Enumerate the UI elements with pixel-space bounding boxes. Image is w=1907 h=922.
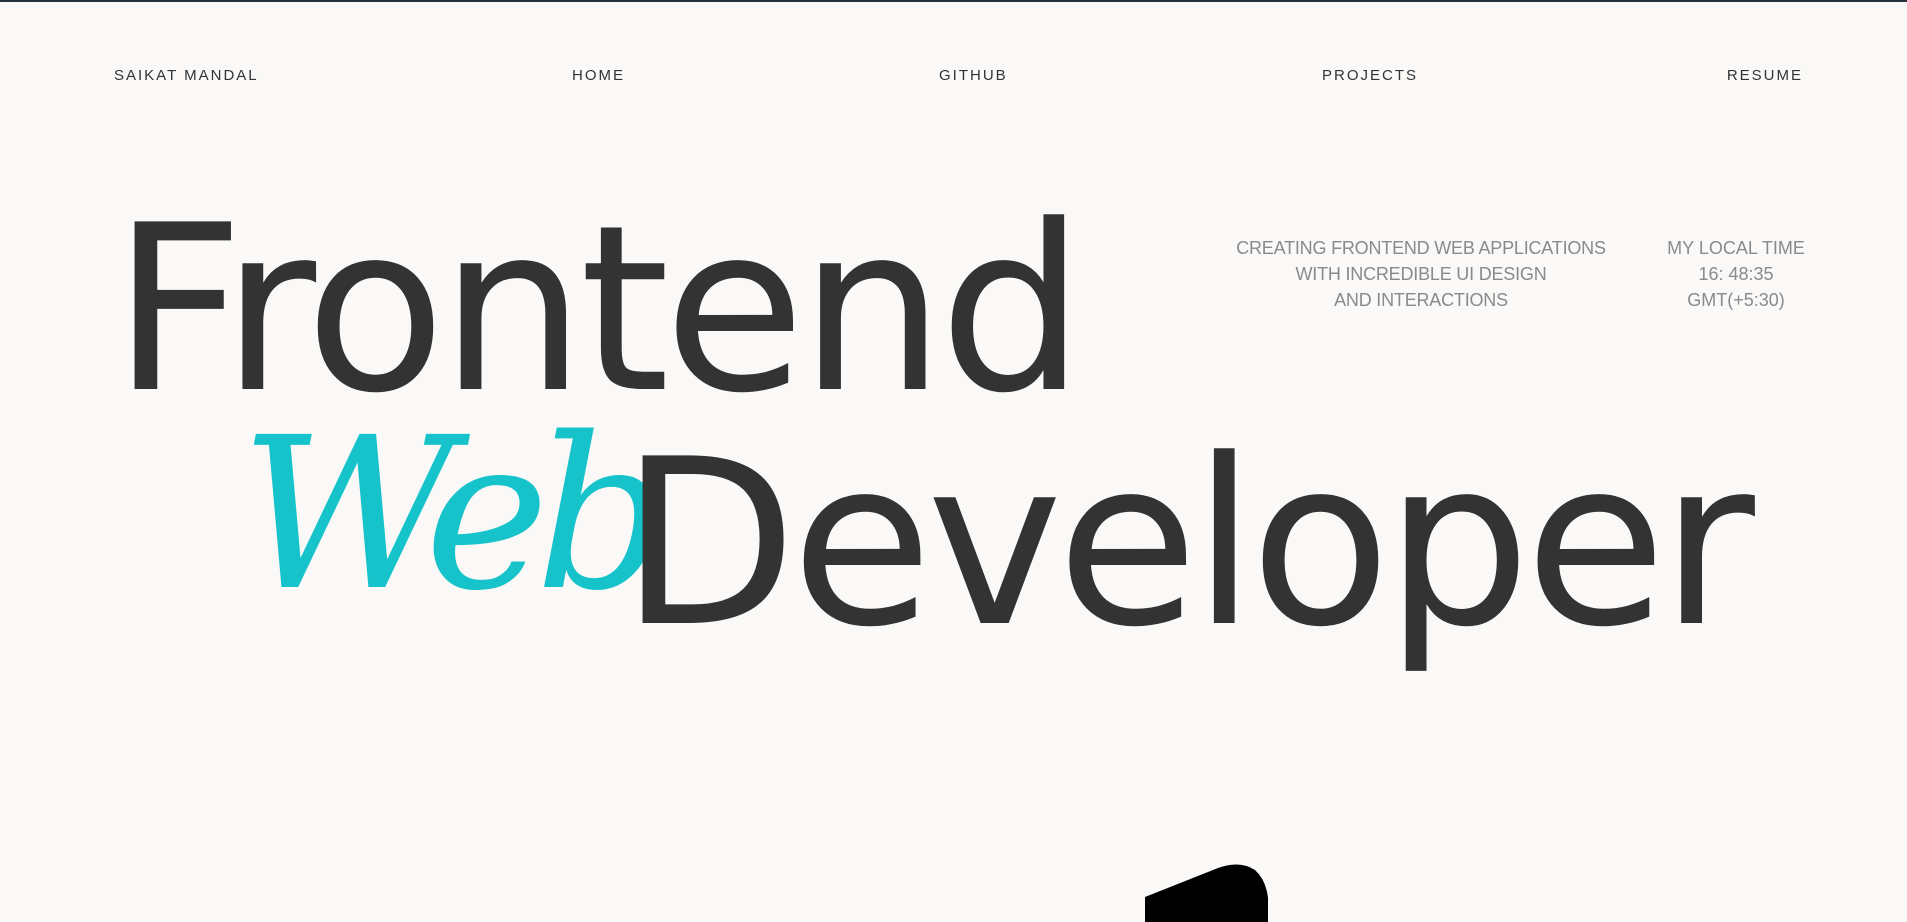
hero-tagline: CREATING FRONTEND WEB APPLICATIONS WITH … [1221, 235, 1621, 313]
headline-developer: Developer [620, 411, 1755, 678]
tagline-line-1: CREATING FRONTEND WEB APPLICATIONS [1236, 238, 1606, 258]
local-time-label: MY LOCAL TIME [1667, 238, 1805, 258]
nav-link-resume[interactable]: RESUME [1727, 66, 1803, 86]
brand-link[interactable]: SAIKAT MANDAL [114, 66, 259, 86]
local-time-zone: GMT(+5:30) [1687, 290, 1785, 310]
nav-link-projects[interactable]: PROJECTS [1322, 66, 1418, 86]
nav-link-github[interactable]: GITHUB [939, 66, 1008, 86]
main-nav: SAIKAT MANDAL HOME GITHUB PROJECTS RESUM… [0, 66, 1907, 86]
top-border [0, 0, 1907, 2]
tagline-line-3: AND INTERACTIONS [1334, 290, 1508, 310]
headline-web-accent: Web [240, 392, 669, 637]
local-time-value: 16: 48:35 [1698, 264, 1774, 284]
tagline-line-2: WITH INCREDIBLE UI DESIGN [1295, 264, 1547, 284]
decorative-blob-shape [1145, 864, 1268, 922]
nav-link-home[interactable]: HOME [572, 66, 625, 86]
local-time-widget: MY LOCAL TIME 16: 48:35 GMT(+5:30) [1646, 235, 1826, 313]
